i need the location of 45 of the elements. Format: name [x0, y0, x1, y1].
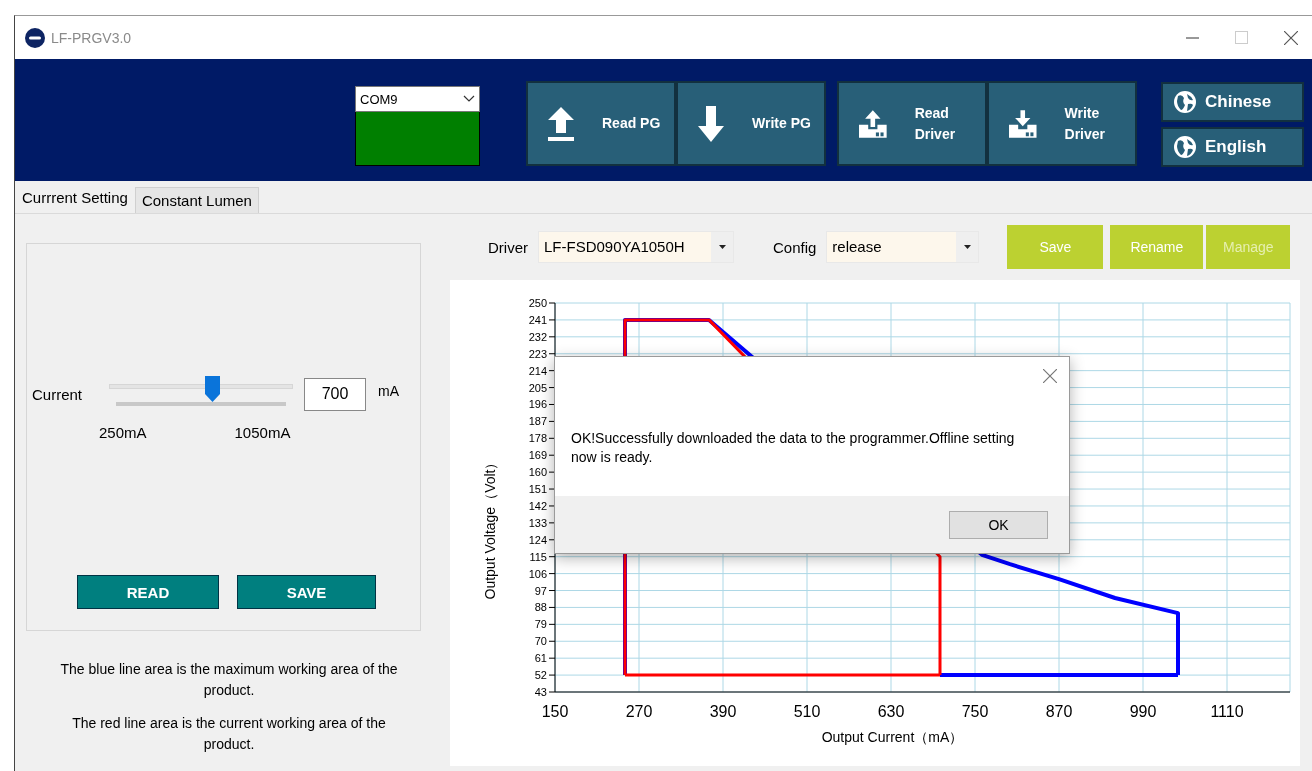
tick-label: 115 [529, 550, 547, 563]
axis-title: Output Voltage（Volt） [482, 455, 498, 600]
tick-label: 160 [528, 466, 547, 479]
unit-label: mA [378, 383, 399, 399]
note-text: The red line area is the current working area of the product. [71, 714, 387, 754]
tick-label: 232 [528, 330, 547, 343]
tick-label: 205 [528, 381, 547, 394]
tick-label: 97 [534, 584, 547, 597]
max-label: 1050mA [234, 424, 291, 441]
note-text: The blue line area is the maximum working area of the product. [59, 660, 399, 700]
tick-label: 151 [528, 483, 547, 496]
field-label: Driver [488, 238, 528, 256]
axis-title: Output Current（mA） [821, 729, 964, 745]
min-label: 250mA [99, 424, 147, 441]
window-title: LF-PRGV3.0 [51, 29, 133, 46]
tick-label: 390 [709, 703, 737, 720]
tick-label: 169 [528, 449, 547, 462]
tick-label: 61 [534, 652, 547, 665]
tick-label: 43 [534, 686, 547, 698]
tick-label: 133 [528, 516, 547, 529]
tick-label: 270 [625, 703, 653, 720]
tick-label: 79 [534, 618, 547, 631]
field-label: Current [32, 385, 84, 403]
tick-label: 630 [877, 703, 905, 720]
tick-label: 510 [793, 703, 821, 720]
tick-label: 214 [528, 364, 547, 377]
tick-label: 142 [528, 499, 547, 512]
tick-label: 1110 [1210, 703, 1244, 720]
tick-label: 106 [528, 567, 547, 580]
tick-label: 241 [528, 313, 547, 326]
tick-label: 52 [534, 669, 547, 682]
tick-label: 990 [1129, 703, 1157, 720]
tick-label: 223 [528, 347, 547, 360]
tick-label: 124 [528, 533, 547, 546]
tick-label: 187 [528, 415, 547, 428]
tick-label: 870 [1045, 703, 1073, 720]
field-label: Config [773, 238, 817, 256]
tick-label: 178 [528, 432, 547, 445]
tick-label: 70 [534, 635, 547, 648]
tick-label: 150 [541, 703, 569, 720]
dialog-message: OK!Successfully downloaded the data to the programmer.Offline setting now is ready. [571, 429, 1016, 467]
tick-label: 750 [961, 703, 989, 720]
tick-label: 250 [528, 297, 547, 309]
tick-label: 88 [534, 601, 547, 614]
tick-label: 196 [528, 398, 547, 411]
